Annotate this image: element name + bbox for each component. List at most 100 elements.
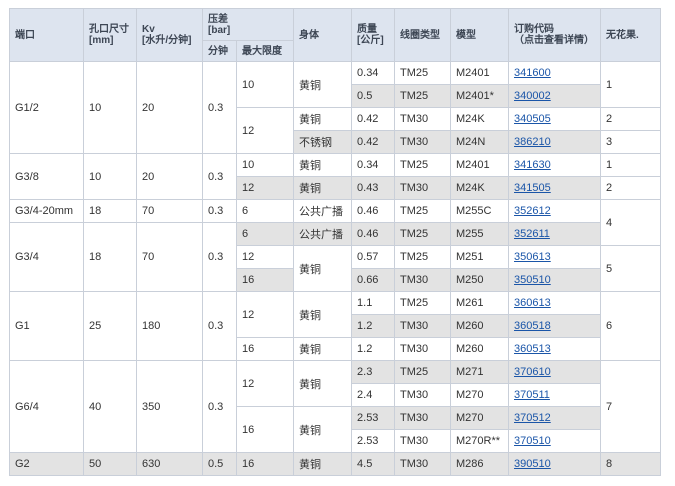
order-code-link[interactable]: 352612 [514,205,551,217]
body-cell: 黄铜 [293,360,353,407]
model-cell: M270R** [450,429,510,453]
body-cell: 黄铜 [293,61,353,108]
table-row: G1/2 10 20 0.3 10 黄铜 0.34 TM25 M2401 341… [9,61,662,154]
coil-cell: TM30 [394,130,452,154]
weight-cell: 2.53 [351,406,396,430]
orifice-cell: 10 [83,61,137,154]
body-cell: 黄铜 [293,176,353,200]
pressure-max-cell: 12 [235,360,295,407]
model-cell: M251 [450,245,510,269]
order-code-cell: 352611 [508,222,602,246]
coil-cell: TM30 [394,406,452,430]
weight-cell: 1.1 [351,291,396,315]
pressure-min-cell: 0.3 [202,291,237,361]
order-code-link[interactable]: 360613 [514,297,551,309]
kv-cell: 630 [136,452,203,476]
kv-cell: 20 [136,61,203,154]
coil-cell: TM25 [394,61,452,85]
order-code-cell: 370511 [508,383,602,407]
order-code-link[interactable]: 341600 [514,67,551,79]
weight-cell: 1.2 [351,337,396,361]
weight-cell: 2.4 [351,383,396,407]
table-row: G3/4 18 70 0.3 6 公共广播 0.46 TM25 M255 352… [9,222,661,292]
weight-cell: 2.53 [351,429,396,453]
coil-cell: TM25 [394,360,452,384]
table-row: G6/4 40 350 0.3 12 黄铜 2.3 TM25 M271 3706… [9,360,662,453]
header-no-flower: 无花果. [600,8,662,62]
model-cell: M261 [450,291,510,315]
weight-cell: 0.66 [351,268,396,292]
order-code-link[interactable]: 341630 [514,159,551,171]
order-code-link[interactable]: 370610 [514,366,551,378]
table-row: G1 25 180 0.3 12 黄铜 1.1 TM25 M261 360613… [9,291,662,361]
pressure-max-cell: 10 [235,153,295,177]
model-cell: M255 [450,222,510,246]
weight-cell: 1.2 [351,314,396,338]
order-code-cell: 360518 [508,314,602,338]
port-cell: G3/4-20mm [9,199,84,223]
coil-cell: TM30 [394,429,452,453]
table-row: G3/4-20mm 18 70 0.3 6 公共广播 0.46 TM25 M25… [9,199,662,246]
kv-cell: 180 [136,291,203,361]
order-code-link[interactable]: 360513 [514,343,551,355]
order-code-link[interactable]: 370511 [514,389,550,401]
coil-cell: TM25 [394,291,452,315]
coil-cell: TM25 [394,199,452,223]
port-cell: G1 [9,291,84,361]
port-cell: G3/8 [9,153,84,200]
fig-cell: 6 [600,291,662,361]
coil-cell: TM25 [394,222,452,246]
kv-cell: 350 [136,360,203,453]
order-code-link[interactable]: 390510 [514,458,551,470]
order-code-cell: 341505 [508,176,602,200]
model-cell: M24K [450,107,510,131]
order-code-link[interactable]: 370512 [514,412,551,424]
model-cell: M255C [450,199,510,223]
body-cell: 黄铜 [293,291,353,338]
order-code-link[interactable]: 370510 [514,435,551,447]
order-code-cell: 360613 [508,291,602,315]
pressure-min-cell: 0.3 [202,222,237,292]
order-code-link[interactable]: 350613 [514,251,551,263]
model-cell: M260 [450,337,510,361]
model-cell: M270 [450,406,510,430]
kv-cell: 70 [136,222,203,292]
body-cell: 黄铜 [293,452,353,476]
weight-cell: 4.5 [351,452,396,476]
orifice-cell: 40 [83,360,137,453]
order-code-link[interactable]: 352611 [514,228,550,240]
kv-cell: 70 [136,199,203,223]
pressure-max-cell: 16 [235,406,295,453]
coil-cell: TM30 [394,337,452,361]
order-code-cell: 341600 [508,61,602,85]
orifice-cell: 10 [83,153,137,200]
order-code-link[interactable]: 350510 [514,274,551,286]
order-code-link[interactable]: 341505 [514,182,551,194]
fig-cell: 7 [600,360,662,453]
order-code-link[interactable]: 340002 [514,90,551,102]
port-cell: G1/2 [9,61,84,154]
table-row: G3/8 10 20 0.3 10 黄铜 0.34 TM25 M2401 341… [9,153,662,200]
fig-cell: 2 [600,176,662,200]
coil-cell: TM30 [394,314,452,338]
pressure-max-cell: 10 [235,61,295,108]
order-code-link[interactable]: 340505 [514,113,551,125]
weight-cell: 2.3 [351,360,396,384]
weight-cell: 0.34 [351,61,396,85]
header-kv: Kv [水升/分钟] [136,8,203,62]
order-code-link[interactable]: 360518 [514,320,551,332]
model-cell: M271 [450,360,510,384]
pressure-max-cell: 6 [235,199,295,223]
model-cell: M260 [450,314,510,338]
model-cell: M2401 [450,153,510,177]
pressure-min-cell: 0.3 [202,199,237,223]
pressure-max-cell: 12 [235,291,295,338]
order-code-link[interactable]: 386210 [514,136,551,148]
port-cell: G2 [9,452,84,476]
header-order-code: 订购代码 （点击查看详情） [508,8,602,62]
fig-cell: 2 [600,107,662,131]
order-code-cell: 350613 [508,245,602,269]
header-port: 端口 [9,8,84,62]
port-cell: G3/4 [9,222,84,292]
weight-cell: 0.46 [351,199,396,223]
